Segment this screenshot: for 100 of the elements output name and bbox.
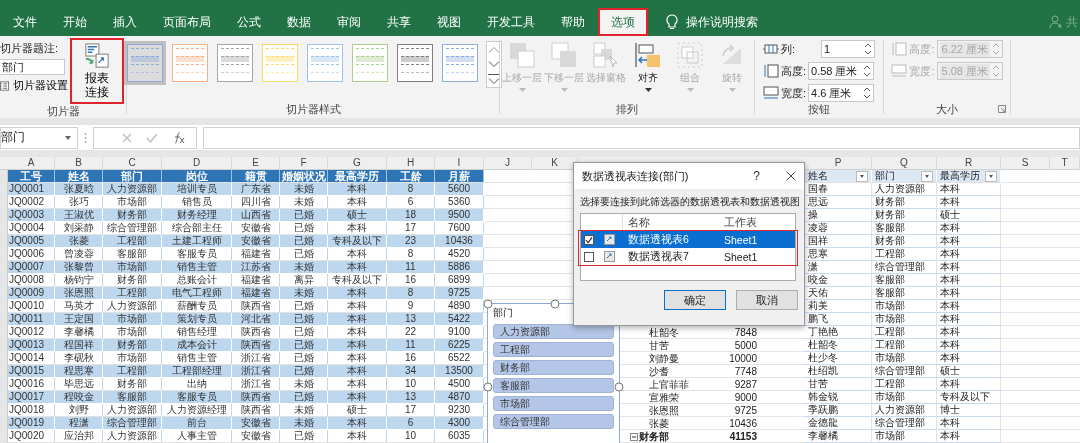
row-header[interactable] <box>0 326 8 339</box>
ribbon-tab[interactable]: 帮助 <box>548 8 598 36</box>
row-header[interactable] <box>0 417 8 430</box>
row-header[interactable] <box>0 235 8 248</box>
tell-me-search[interactable]: 操作说明搜索 <box>660 8 764 36</box>
slicer-style-swatch[interactable] <box>127 44 163 82</box>
caption-field[interactable]: 部门 <box>0 59 65 75</box>
column-header[interactable]: R <box>937 157 1001 169</box>
slicer-style-swatch[interactable] <box>307 44 343 82</box>
resize-handle-icon[interactable] <box>614 382 624 392</box>
filter-dropdown-icon[interactable] <box>985 170 997 182</box>
row-header[interactable] <box>0 404 8 417</box>
row-header[interactable] <box>0 261 8 274</box>
row-header[interactable] <box>0 196 8 209</box>
checkbox[interactable] <box>584 251 594 262</box>
column-header[interactable]: E <box>232 157 280 169</box>
column-header[interactable]: T <box>1050 157 1080 169</box>
row-header[interactable] <box>0 391 8 404</box>
ribbon-tab[interactable]: 页面布局 <box>150 8 224 36</box>
ribbon-tab[interactable]: 共享 <box>374 8 424 36</box>
report-connections-button[interactable]: 报表连接 <box>70 38 124 104</box>
table-cell: 本科 <box>328 339 387 352</box>
resize-handle-icon[interactable] <box>483 382 493 392</box>
close-icon[interactable] <box>786 171 796 181</box>
slicer-item[interactable]: 综合管理部 <box>493 414 614 429</box>
confirm-icon[interactable] <box>146 132 158 143</box>
row-header[interactable] <box>0 287 8 300</box>
ribbon-tab[interactable]: 选项 <box>598 8 648 36</box>
column-header[interactable]: S <box>1001 157 1050 169</box>
slicer-style-swatch[interactable] <box>442 44 478 82</box>
row-header[interactable] <box>0 352 8 365</box>
slicer-item[interactable]: 工程部 <box>493 342 614 357</box>
row-header[interactable] <box>0 339 8 352</box>
row-header[interactable] <box>0 248 8 261</box>
row-header[interactable] <box>0 183 8 196</box>
ribbon-tab[interactable]: 开发工具 <box>474 8 548 36</box>
ribbon-tab[interactable]: 插入 <box>100 8 150 36</box>
cancel-button[interactable]: 取消 <box>736 290 798 310</box>
slicer-item[interactable]: 人力资源部 <box>493 324 614 339</box>
function-icon[interactable] <box>172 131 186 144</box>
column-header[interactable]: C <box>103 157 162 169</box>
slicer-style-swatch[interactable] <box>172 44 208 82</box>
column-header[interactable]: F <box>280 157 328 169</box>
column-header[interactable]: I <box>435 157 484 169</box>
pivot-table-row[interactable]: 数据透视表6 Sheet1 <box>581 231 795 248</box>
slicer-settings-button[interactable]: 切片器设置 <box>0 78 68 93</box>
field-label: 宽度: <box>780 85 807 101</box>
row-header[interactable] <box>0 430 8 443</box>
formula-input[interactable] <box>203 126 1080 149</box>
row-header[interactable] <box>0 300 8 313</box>
filter-dropdown-icon[interactable] <box>921 170 933 182</box>
row-header[interactable] <box>0 313 8 326</box>
filter-dropdown-icon[interactable] <box>856 170 868 182</box>
row-header[interactable] <box>0 170 8 183</box>
column-header[interactable]: J <box>484 157 532 169</box>
name-box[interactable]: 部门 <box>0 126 78 149</box>
ribbon-tab[interactable]: 数据 <box>274 8 324 36</box>
column-header[interactable]: H <box>387 157 435 169</box>
ribbon-tab[interactable]: 文件 <box>0 8 50 36</box>
row-header[interactable] <box>0 365 8 378</box>
slicer-style-swatch[interactable] <box>217 44 253 82</box>
ok-button[interactable]: 确定 <box>664 290 726 310</box>
field-label: 列: <box>780 41 796 57</box>
height-icon <box>891 42 908 56</box>
pivot-table-row[interactable]: 数据透视表7 Sheet1 <box>581 248 795 265</box>
slicer-item[interactable]: 财务部 <box>493 360 614 375</box>
ribbon-tab[interactable]: 开始 <box>50 8 100 36</box>
row-header[interactable] <box>0 209 8 222</box>
help-button[interactable]: ? <box>753 169 760 183</box>
expand-gallery-icon[interactable] <box>487 72 501 87</box>
row-header[interactable] <box>0 378 8 391</box>
column-header[interactable]: D <box>162 157 232 169</box>
spin-field[interactable]: 4.6 厘米 <box>808 84 875 102</box>
resize-handle-icon[interactable] <box>483 299 493 309</box>
dialog-launcher-icon[interactable] <box>998 105 1006 113</box>
collapse-icon[interactable] <box>630 432 638 441</box>
cancel-icon[interactable] <box>122 132 132 143</box>
spin-field[interactable]: 1 <box>821 40 876 58</box>
slicer-style-swatch[interactable] <box>397 44 433 82</box>
column-header[interactable]: A <box>8 157 55 169</box>
arrange-button[interactable]: 对齐 <box>627 42 669 92</box>
row-header[interactable] <box>0 222 8 235</box>
column-header[interactable]: G <box>328 157 387 169</box>
ribbon-tab[interactable]: 公式 <box>224 8 274 36</box>
checkbox[interactable] <box>584 234 594 245</box>
table-cell: 安徽省 <box>232 235 280 248</box>
column-header[interactable]: B <box>55 157 103 169</box>
ribbon-tab[interactable]: 审阅 <box>324 8 374 36</box>
pivot-table-list[interactable]: 名称 工作表 数据透视表6 Sheet1 数据透视表7 Sheet1 <box>580 213 796 281</box>
spin-field[interactable]: 0.58 厘米 <box>808 62 875 80</box>
column-header[interactable]: Q <box>872 157 937 169</box>
slicer-item[interactable]: 市场部 <box>493 396 614 411</box>
slicer-style-swatch[interactable] <box>352 44 388 82</box>
pivot-table-icon <box>604 251 615 262</box>
table-cell: 综合管理部 <box>872 417 937 430</box>
slicer-item[interactable]: 客服部 <box>493 378 614 393</box>
ribbon-tab[interactable]: 视图 <box>424 8 474 36</box>
resize-handle-icon[interactable] <box>550 299 560 309</box>
instruction-text: 选择要连接到此筛选器的数据透视表和数据透视图 <box>580 195 801 209</box>
row-header[interactable] <box>0 274 8 287</box>
